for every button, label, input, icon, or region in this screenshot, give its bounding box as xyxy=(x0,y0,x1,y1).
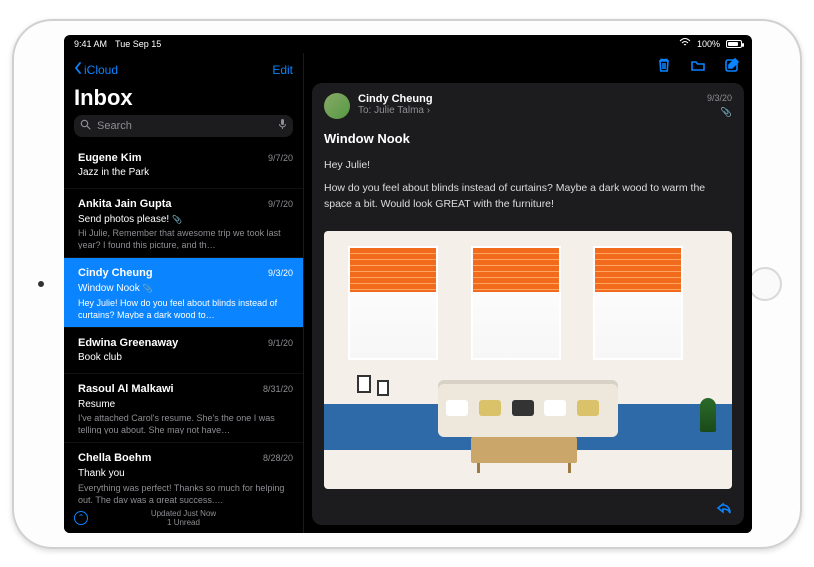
sidebar-footer: ⌃ Updated Just Now 1 Unread xyxy=(64,503,303,533)
footer-unread: 1 Unread xyxy=(167,518,200,527)
body-paragraph: How do you feel about blinds instead of … xyxy=(324,181,732,213)
detail-subject: Window Nook xyxy=(312,127,744,154)
preview: Hey Julie! How do you feel about blinds … xyxy=(78,297,293,319)
sender: Chella Boehm xyxy=(78,451,151,466)
message-body[interactable]: Hey Julie! How do you feel about blinds … xyxy=(312,154,744,231)
search-placeholder: Search xyxy=(97,120,132,132)
sender: Cindy Cheung xyxy=(78,266,153,281)
status-bar: 9:41 AM Tue Sep 15 100% xyxy=(64,35,752,53)
detail-footer xyxy=(312,497,744,525)
subject: Book club xyxy=(78,351,293,365)
message-detail-pane: Cindy Cheung To: Julie Talma › 9/3/20 📎 … xyxy=(304,53,752,533)
sender: Ankita Jain Gupta xyxy=(78,197,172,212)
message-item[interactable]: Eugene Kim 9/7/20 Jazz in the Park xyxy=(64,143,303,189)
folder-icon[interactable] xyxy=(690,57,706,78)
reply-icon[interactable] xyxy=(716,500,732,521)
search-input[interactable]: Search xyxy=(74,115,293,137)
back-button[interactable]: iCloud xyxy=(74,62,118,77)
front-camera xyxy=(38,281,44,287)
subject: Window Nook 📎 xyxy=(78,282,293,296)
attachment-icon: 📎 xyxy=(142,284,152,293)
chevron-right-icon: › xyxy=(427,105,430,116)
avatar xyxy=(324,93,350,119)
footer-updated: Updated Just Now xyxy=(151,509,216,518)
compose-icon[interactable] xyxy=(724,57,740,78)
attachment-image[interactable] xyxy=(324,231,732,489)
detail-toolbar xyxy=(304,53,752,83)
trash-icon[interactable] xyxy=(656,57,672,78)
preview: Everything was perfect! Thanks so much f… xyxy=(78,482,293,503)
attachment-icon: 📎 xyxy=(721,107,732,118)
battery-percent: 100% xyxy=(697,39,720,49)
date: 9/7/20 xyxy=(268,152,293,164)
preview: I've attached Carol's resume. She's the … xyxy=(78,412,293,434)
preview: Hi Julie, Remember that awesome trip we … xyxy=(78,227,293,249)
back-label: iCloud xyxy=(84,63,118,77)
to-name: Julie Talma xyxy=(374,105,424,116)
message-item[interactable]: Edwina Greenaway 9/1/20 Book club xyxy=(64,328,303,374)
subject: Jazz in the Park xyxy=(78,166,293,180)
message-list[interactable]: Eugene Kim 9/7/20 Jazz in the Park Ankita… xyxy=(64,143,303,503)
microphone-icon[interactable] xyxy=(278,118,287,133)
date: 9/1/20 xyxy=(268,337,293,349)
wifi-icon xyxy=(679,38,691,49)
date: 9/3/20 xyxy=(268,267,293,279)
sender: Edwina Greenaway xyxy=(78,336,178,351)
status-date: Tue Sep 15 xyxy=(115,39,161,49)
filter-circle-icon[interactable]: ⌃ xyxy=(74,511,88,525)
message-item[interactable]: Ankita Jain Gupta 9/7/20 Send photos plea… xyxy=(64,189,303,258)
from-name: Cindy Cheung xyxy=(358,93,433,105)
mailbox-sidebar: iCloud Edit Inbox Search xyxy=(64,53,304,533)
home-button[interactable] xyxy=(748,267,782,301)
screen: 9:41 AM Tue Sep 15 100% xyxy=(64,35,752,533)
date: 9/7/20 xyxy=(268,198,293,210)
detail-date: 9/3/20 xyxy=(707,93,732,103)
sender: Eugene Kim xyxy=(78,151,142,166)
to-label: To: xyxy=(358,105,371,116)
body-paragraph: Hey Julie! xyxy=(324,158,732,174)
message-item[interactable]: Chella Boehm 8/28/20 Thank you Everything… xyxy=(64,443,303,502)
subject: Thank you xyxy=(78,467,293,481)
ipad-device-frame: 9:41 AM Tue Sep 15 100% xyxy=(12,19,802,549)
message-item[interactable]: Rasoul Al Malkawi 8/31/20 Resume I've att… xyxy=(64,374,303,443)
status-time: 9:41 AM xyxy=(74,39,107,49)
subject: Send photos please! 📎 xyxy=(78,213,293,227)
date: 8/31/20 xyxy=(263,383,293,395)
message-header[interactable]: Cindy Cheung To: Julie Talma › 9/3/20 📎 xyxy=(312,83,744,127)
chevron-left-icon xyxy=(74,62,82,77)
mailbox-title: Inbox xyxy=(74,83,293,115)
message-item-selected[interactable]: Cindy Cheung 9/3/20 Window Nook 📎 Hey Jul… xyxy=(64,258,303,327)
edit-button[interactable]: Edit xyxy=(272,63,293,77)
date: 8/28/20 xyxy=(263,452,293,464)
message-card: Cindy Cheung To: Julie Talma › 9/3/20 📎 … xyxy=(312,83,744,525)
battery-icon xyxy=(726,40,742,48)
sender: Rasoul Al Malkawi xyxy=(78,382,174,397)
attachment-icon: 📎 xyxy=(172,215,182,224)
magnifying-glass-icon xyxy=(80,119,91,133)
subject: Resume xyxy=(78,398,293,412)
